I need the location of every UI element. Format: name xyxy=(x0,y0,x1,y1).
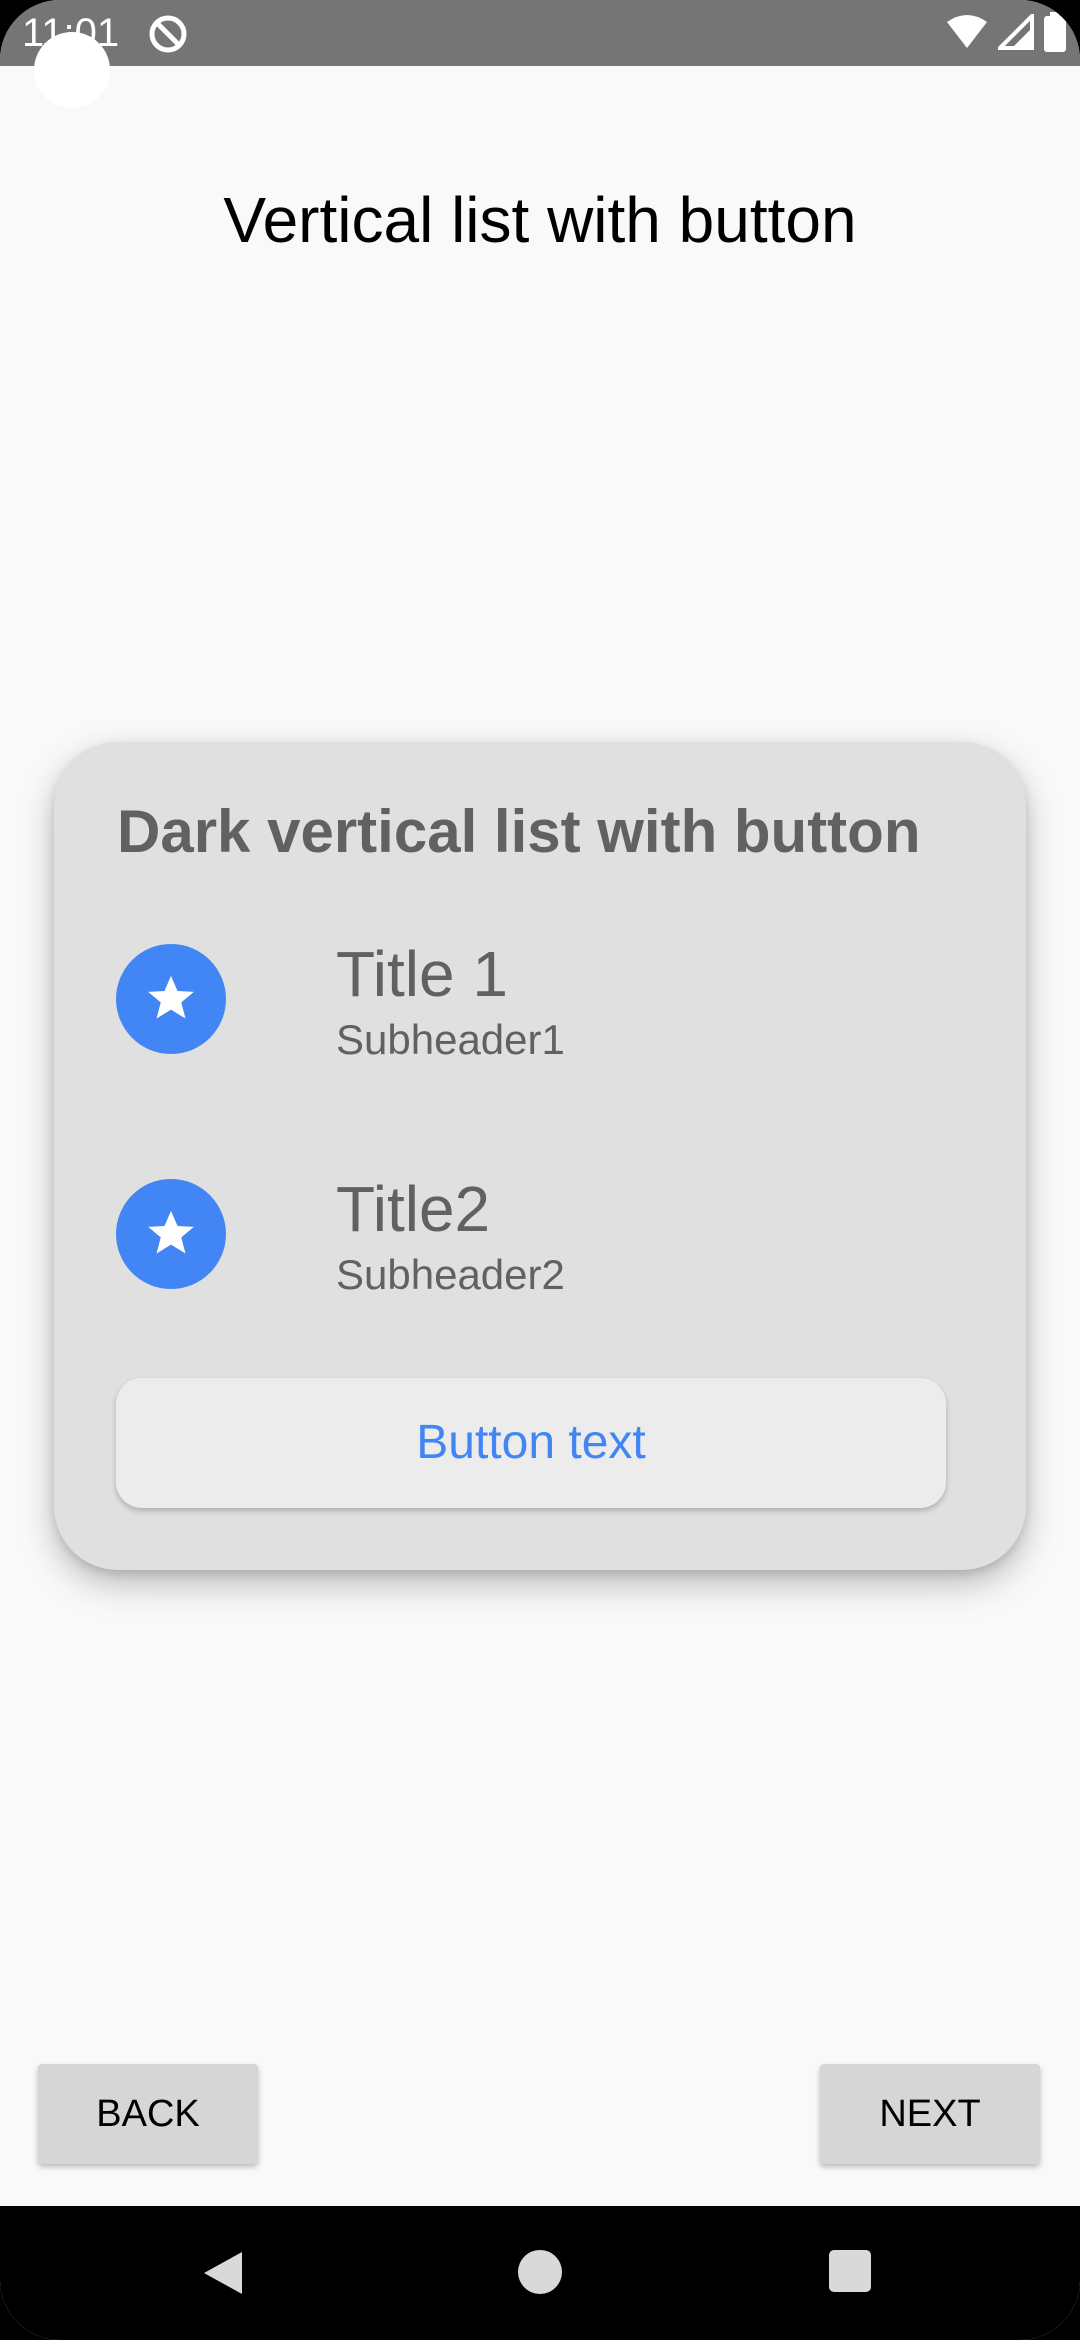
list-item-subheader: Subheader1 xyxy=(336,1016,565,1063)
wifi-icon xyxy=(946,14,988,55)
screen: 11:01 xyxy=(0,0,1080,2340)
status-icons xyxy=(946,10,1066,57)
list-item-subheader: Subheader2 xyxy=(336,1251,565,1298)
star-icon xyxy=(116,944,226,1054)
system-recents-icon[interactable] xyxy=(829,2250,871,2292)
list-item[interactable]: Title 1 Subheader1 xyxy=(116,938,976,1094)
back-button[interactable]: BACK xyxy=(38,2064,258,2164)
list-item-title: Title 1 xyxy=(336,938,508,1010)
list-item[interactable]: Title2 Subheader2 xyxy=(116,1173,976,1329)
camera-cutout xyxy=(34,32,110,108)
system-back-icon[interactable] xyxy=(202,2250,246,2301)
card-action-button[interactable]: Button text xyxy=(116,1378,946,1508)
star-icon xyxy=(116,1179,226,1289)
card-title: Dark vertical list with button xyxy=(117,798,921,865)
next-button[interactable]: NEXT xyxy=(820,2064,1040,2164)
system-home-icon[interactable] xyxy=(518,2250,562,2294)
status-bar: 11:01 xyxy=(0,0,1080,66)
battery-icon xyxy=(1044,11,1066,57)
system-navigation-bar xyxy=(0,2206,1080,2340)
page-title: Vertical list with button xyxy=(223,184,857,256)
list-item-title: Title2 xyxy=(336,1173,491,1245)
dark-list-card: Dark vertical list with button Title 1 S… xyxy=(54,742,1026,1570)
dnd-icon xyxy=(148,14,188,54)
cell-signal-icon xyxy=(995,10,1034,55)
